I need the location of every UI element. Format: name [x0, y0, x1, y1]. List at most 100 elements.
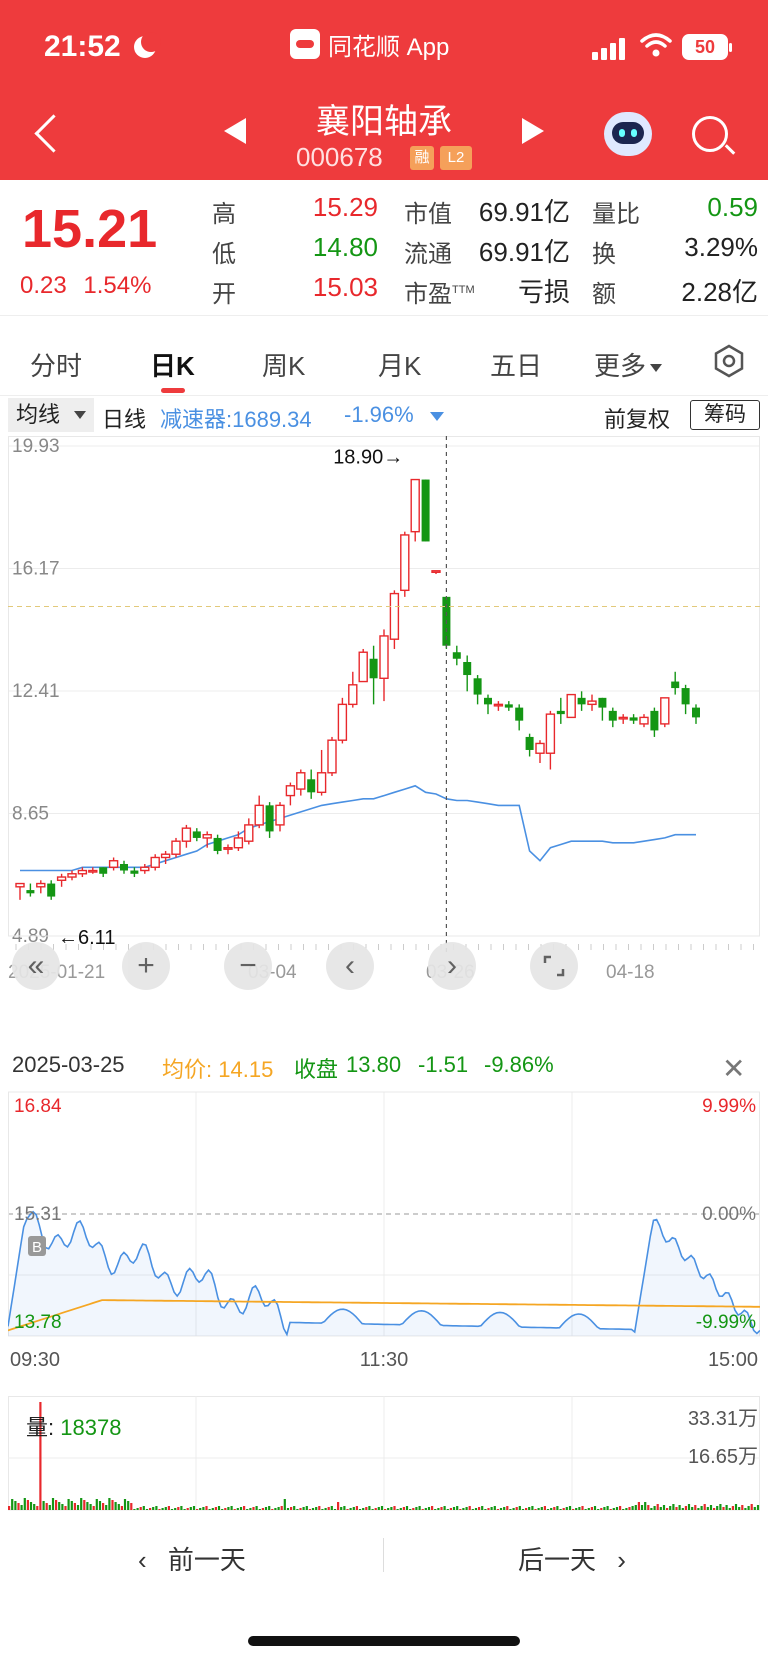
volume-bar	[741, 1505, 744, 1510]
tab-more[interactable]: 更多	[594, 346, 663, 383]
volume-bar	[490, 1507, 493, 1510]
indicator-value[interactable]: 减速器:1689.34	[160, 402, 312, 434]
volume-bar	[456, 1506, 459, 1510]
volume-bar	[722, 1507, 725, 1510]
volume-bar	[136, 1508, 139, 1510]
ma-selector[interactable]: 均线	[8, 398, 94, 432]
volume-bar	[506, 1506, 509, 1510]
candle-body	[307, 779, 316, 793]
volume-bar	[678, 1505, 681, 1510]
low-value: 14.80	[312, 232, 378, 262]
volume-bar	[33, 1504, 36, 1510]
back-button[interactable]	[30, 110, 70, 160]
tab-weekly-k[interactable]: 周K	[262, 346, 305, 383]
zoom-in-button[interactable]: +	[122, 942, 170, 990]
volume-bar	[744, 1508, 747, 1510]
volume-bar	[318, 1506, 321, 1510]
volume-bar	[192, 1506, 196, 1510]
y-left-label: 15.31	[14, 1204, 62, 1225]
scroll-far-left-button[interactable]: «	[12, 942, 60, 990]
volume-bar	[424, 1508, 427, 1510]
scroll-right-button[interactable]: ›	[428, 942, 476, 990]
volume-bar	[80, 1498, 83, 1510]
prev-stock-button[interactable]	[224, 118, 246, 144]
tab-five-day[interactable]: 五日	[490, 346, 542, 383]
volume-bar	[161, 1508, 164, 1510]
candle-body	[296, 772, 306, 790]
volume-bar	[691, 1507, 694, 1510]
intraday-chart[interactable]: 16.84 15.31 13.78 9.99% 0.00% -9.99% B 09:30 11:…	[8, 1084, 760, 1416]
adjust-mode[interactable]: 前复权	[604, 402, 670, 434]
volume-bar	[750, 1504, 753, 1510]
candle-body	[493, 703, 504, 707]
volume-bar	[8, 1506, 11, 1510]
fullscreen-button[interactable]	[530, 942, 578, 990]
volume-bar	[255, 1506, 258, 1510]
indicator-caret-icon[interactable]	[430, 412, 444, 422]
tab-daily-k[interactable]: 日K	[150, 346, 195, 383]
volume-bar	[496, 1509, 499, 1510]
volume-bar	[550, 1508, 553, 1510]
volume-bar	[114, 1502, 117, 1510]
volume-bar	[45, 1503, 48, 1510]
assistant-robot-icon[interactable]	[604, 112, 652, 156]
volume-bar	[221, 1509, 224, 1510]
volume-bar	[308, 1509, 311, 1510]
next-day-button[interactable]: 后一天 ›	[518, 1540, 626, 1577]
settings-icon[interactable]	[712, 344, 746, 378]
volume-bar	[609, 1509, 612, 1510]
volume-bar	[51, 1498, 55, 1510]
tab-monthly-k[interactable]: 月K	[378, 346, 421, 383]
chart-toolbar: 均线 日线 减速器:1689.34 -1.96% 前复权 筹码	[0, 398, 768, 434]
volume-bar	[333, 1509, 337, 1510]
candle-body	[358, 651, 368, 683]
volume-bar	[521, 1509, 525, 1510]
prev-day-button[interactable]: ‹ 前一天	[138, 1540, 246, 1577]
zoom-out-button[interactable]: −	[224, 942, 272, 990]
volume-ratio-label: 量比	[592, 201, 640, 228]
candle-body	[337, 703, 348, 741]
signal-icon	[592, 36, 628, 60]
search-icon[interactable]	[692, 116, 728, 152]
volume-bar	[64, 1506, 67, 1510]
volume-bar	[719, 1504, 722, 1510]
volume-bar	[512, 1508, 515, 1510]
volume-bar	[149, 1508, 152, 1510]
x-axis-label: 04-18	[606, 962, 655, 983]
volume-bar	[36, 1506, 39, 1510]
candle-body	[120, 863, 128, 871]
volume-bar	[684, 1506, 687, 1510]
candle-body	[410, 478, 420, 533]
volume-bar	[537, 1508, 540, 1510]
moon-icon	[134, 32, 161, 58]
kline-chart[interactable]: 19.9316.1712.418.654.8918.90→←6.112025-0…	[8, 436, 760, 1048]
volume-ratio-value: 0.59	[707, 192, 758, 222]
volume-bar	[315, 1507, 318, 1510]
volume-bar	[305, 1506, 308, 1510]
volume-bar	[553, 1507, 556, 1510]
volume-bar	[405, 1506, 409, 1510]
app-indicator[interactable]: 同花顺 App	[290, 26, 449, 62]
volume-bar	[644, 1502, 647, 1510]
volume-bar	[302, 1507, 305, 1510]
volume-bar	[562, 1508, 565, 1510]
volume-bar	[437, 1508, 440, 1510]
chips-button[interactable]: 筹码	[690, 400, 760, 430]
line-type[interactable]: 日线	[102, 402, 146, 434]
volume-bar	[239, 1507, 243, 1510]
volume-bar	[515, 1507, 518, 1510]
low-label: 低	[212, 241, 236, 268]
candle-body	[36, 882, 46, 888]
volume-bar	[217, 1506, 221, 1510]
y-axis-label: 12.41	[12, 681, 60, 702]
candle-body	[181, 827, 192, 842]
tab-intraday[interactable]: 分时	[30, 346, 82, 383]
scroll-left-button[interactable]: ‹	[326, 942, 374, 990]
candle-body	[400, 534, 410, 592]
volume-bar	[155, 1506, 158, 1510]
next-stock-button[interactable]	[522, 118, 544, 144]
chart-tabs: 分时 日K 周K 月K 五日 更多	[0, 326, 768, 396]
close-icon[interactable]: ✕	[722, 1052, 745, 1085]
volume-bar	[127, 1501, 130, 1510]
candle-body	[379, 635, 389, 679]
